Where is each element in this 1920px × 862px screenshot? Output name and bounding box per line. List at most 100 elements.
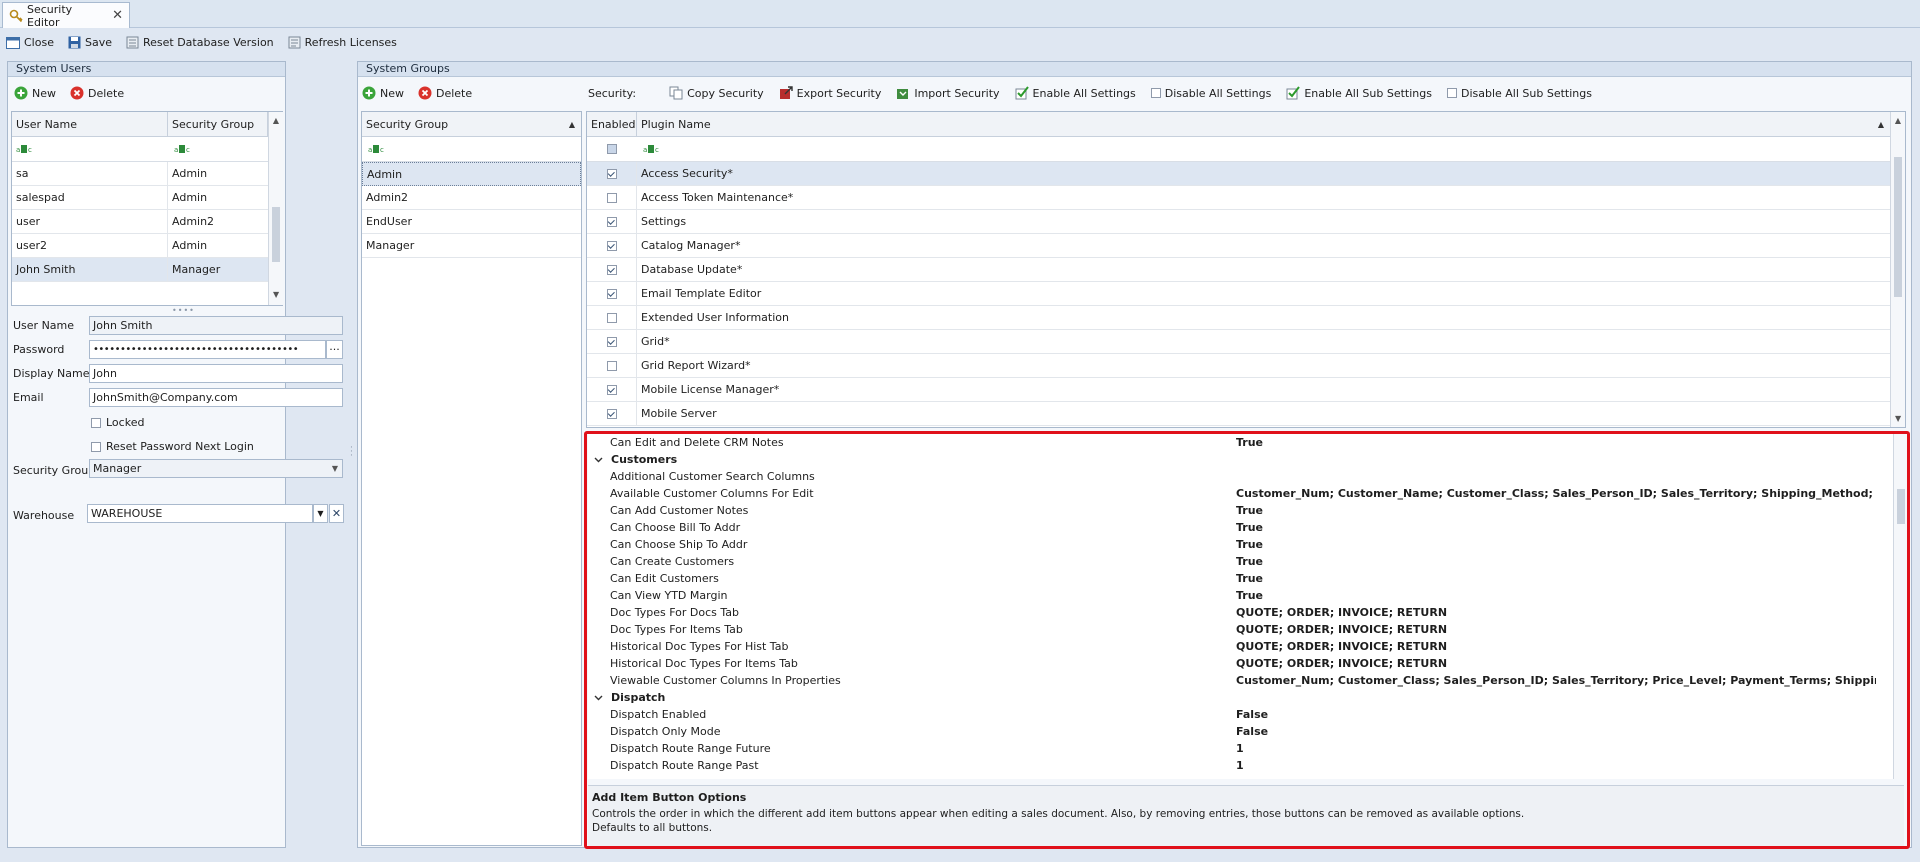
unchecked-checkbox-icon[interactable] <box>606 360 617 371</box>
property-row[interactable]: Historical Doc Types For Hist Tab QUOTE; … <box>588 638 1908 655</box>
enabled-cell[interactable] <box>587 378 637 401</box>
property-value[interactable]: True <box>1236 521 1263 534</box>
list-item[interactable]: Manager <box>362 234 581 258</box>
column-header-plugin-name[interactable]: Plugin Name ▲ <box>637 112 1890 136</box>
reset-database-version-button[interactable]: Reset Database Version <box>126 36 274 49</box>
warehouse-dropdown-button[interactable]: ▼ <box>313 504 328 523</box>
new-user-button[interactable]: New <box>14 86 56 100</box>
sort-ascending-icon[interactable]: ▲ <box>569 120 575 129</box>
enabled-cell[interactable] <box>587 186 637 209</box>
scroll-down-icon[interactable]: ▼ <box>273 290 279 299</box>
property-row[interactable]: Available Customer Columns For Edit Custo… <box>588 485 1908 502</box>
enable-all-sub-settings-button[interactable]: Enable All Sub Settings <box>1286 86 1432 100</box>
property-row[interactable]: Can View YTD Margin True <box>588 587 1908 604</box>
checked-checkbox-icon[interactable] <box>606 384 617 395</box>
property-value[interactable]: Customer_Num; Customer_Class; Sales_Pers… <box>1236 674 1876 687</box>
property-value[interactable]: False <box>1236 708 1268 721</box>
property-value[interactable]: True <box>1236 504 1263 517</box>
filter-cell[interactable]: ac <box>12 144 168 154</box>
checked-checkbox-icon[interactable] <box>606 336 617 347</box>
property-row[interactable]: Doc Types For Docs Tab QUOTE; ORDER; INVO… <box>588 604 1908 621</box>
property-row[interactable]: Can Add Customer Notes True <box>588 502 1908 519</box>
security-group-select[interactable]: Manager ▼ <box>89 459 343 478</box>
property-row[interactable]: Can Edit and Delete CRM Notes True <box>588 434 1908 451</box>
property-value[interactable]: Customer_Num; Customer_Name; Customer_Cl… <box>1236 487 1876 500</box>
property-value[interactable]: QUOTE; ORDER; INVOICE; RETURN <box>1236 640 1447 653</box>
table-row[interactable]: Extended User Information <box>587 306 1905 330</box>
close-tab-icon[interactable]: ✕ <box>112 8 123 23</box>
property-row[interactable]: Viewable Customer Columns In Properties C… <box>588 672 1908 689</box>
scroll-up-icon[interactable]: ▲ <box>1891 116 1905 125</box>
checked-checkbox-icon[interactable] <box>606 168 617 179</box>
scroll-thumb[interactable] <box>1897 489 1905 524</box>
enable-all-settings-button[interactable]: Enable All Settings <box>1015 86 1136 100</box>
checked-checkbox-icon[interactable] <box>606 288 617 299</box>
refresh-licenses-button[interactable]: Refresh Licenses <box>288 36 397 49</box>
property-row[interactable]: Can Choose Bill To Addr True <box>588 519 1908 536</box>
property-row[interactable]: Historical Doc Types For Items Tab QUOTE;… <box>588 655 1908 672</box>
property-value[interactable]: QUOTE; ORDER; INVOICE; RETURN <box>1236 606 1447 619</box>
chevron-down-icon[interactable] <box>594 695 603 701</box>
scroll-thumb[interactable] <box>272 207 280 262</box>
checked-checkbox-icon[interactable] <box>606 216 617 227</box>
table-row[interactable]: Database Update* <box>587 258 1905 282</box>
table-row[interactable]: Grid* <box>587 330 1905 354</box>
property-row[interactable]: Can Choose Ship To Addr True <box>588 536 1908 553</box>
checked-checkbox-icon[interactable] <box>606 240 617 251</box>
table-row[interactable]: user2 Admin <box>12 234 268 258</box>
warehouse-field[interactable]: WAREHOUSE <box>87 504 313 523</box>
close-button[interactable]: Close <box>6 36 54 49</box>
table-row[interactable]: Mobile License Manager* <box>587 378 1905 402</box>
vertical-splitter-grip[interactable]: · · · <box>350 444 353 461</box>
email-field[interactable]: JohnSmith@Company.com <box>89 388 343 407</box>
list-item-selected[interactable]: Admin <box>362 162 581 186</box>
property-row[interactable]: Dispatch Enabled False <box>588 706 1908 723</box>
import-security-button[interactable]: Import Security <box>896 86 1000 100</box>
list-item[interactable]: Admin2 <box>362 186 581 210</box>
filter-cell[interactable]: ac <box>168 144 268 154</box>
enabled-cell[interactable] <box>587 306 637 329</box>
category-customers[interactable]: Customers <box>588 451 1908 468</box>
users-grid-scrollbar[interactable]: ▲ ▼ <box>268 112 283 305</box>
property-row[interactable]: Can Create Customers True <box>588 553 1908 570</box>
property-value[interactable]: 1 <box>1236 759 1244 772</box>
property-value[interactable]: True <box>1236 589 1263 602</box>
scroll-thumb[interactable] <box>1894 157 1902 297</box>
property-value[interactable]: True <box>1236 436 1263 449</box>
save-button[interactable]: Save <box>68 36 112 49</box>
password-field[interactable]: •••••••••••••••••••••••••••••••••••••• <box>89 340 326 359</box>
scroll-down-icon[interactable]: ▼ <box>1895 414 1901 423</box>
property-row[interactable]: Additional Customer Search Columns <box>588 468 1908 485</box>
delete-group-button[interactable]: Delete <box>418 86 472 100</box>
chevron-down-icon[interactable]: ▼ <box>332 464 338 473</box>
property-row[interactable]: Can Edit Customers True <box>588 570 1908 587</box>
enabled-cell[interactable] <box>587 162 637 185</box>
property-value[interactable]: QUOTE; ORDER; INVOICE; RETURN <box>1236 623 1447 636</box>
table-row[interactable]: Catalog Manager* <box>587 234 1905 258</box>
table-row[interactable]: sa Admin <box>12 162 268 186</box>
copy-security-button[interactable]: Copy Security <box>669 86 764 100</box>
checked-checkbox-icon[interactable] <box>606 264 617 275</box>
group-filter-row[interactable]: ac <box>362 137 581 162</box>
enabled-cell[interactable] <box>587 234 637 257</box>
column-header-security-group[interactable]: Security Group ▲ <box>362 112 581 136</box>
export-security-button[interactable]: Export Security <box>779 86 881 100</box>
table-row[interactable]: salespad Admin <box>12 186 268 210</box>
category-dispatch[interactable]: Dispatch <box>588 689 1908 706</box>
unchecked-checkbox-icon[interactable] <box>606 192 617 203</box>
property-row[interactable]: Doc Types For Items Tab QUOTE; ORDER; INV… <box>588 621 1908 638</box>
column-header-enabled[interactable]: Enabled <box>587 112 637 136</box>
new-group-button[interactable]: New <box>362 86 404 100</box>
delete-user-button[interactable]: Delete <box>70 86 124 100</box>
locked-checkbox[interactable]: Locked <box>91 416 144 429</box>
property-grid-scrollbar[interactable] <box>1893 434 1908 779</box>
property-value[interactable]: True <box>1236 555 1263 568</box>
table-row[interactable]: Settings <box>587 210 1905 234</box>
column-header-security-group[interactable]: Security Group <box>168 112 268 136</box>
property-value[interactable]: True <box>1236 538 1263 551</box>
enabled-cell[interactable] <box>587 210 637 233</box>
enabled-cell[interactable] <box>587 282 637 305</box>
plugin-grid-scrollbar[interactable]: ▲ ▼ <box>1890 112 1905 427</box>
property-value[interactable]: QUOTE; ORDER; INVOICE; RETURN <box>1236 657 1447 670</box>
table-row[interactable]: Access Security* <box>587 162 1905 186</box>
